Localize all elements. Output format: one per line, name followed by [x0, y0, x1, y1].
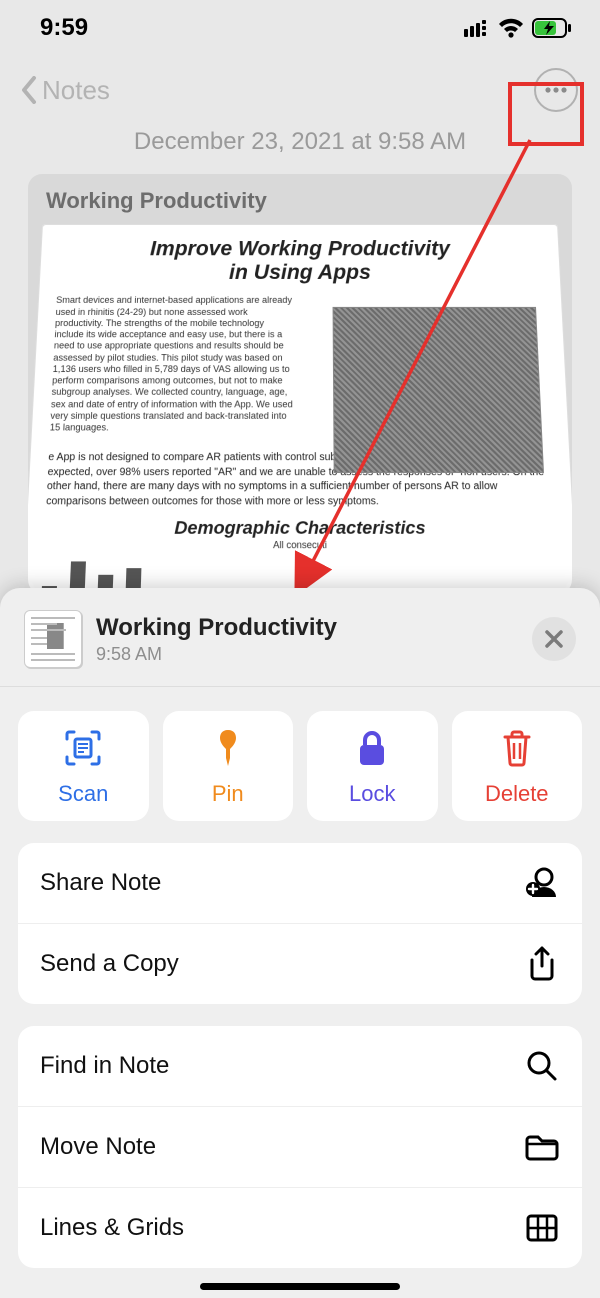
doc-paragraph-1: Smart devices and internet-based applica…	[50, 295, 296, 434]
lock-icon	[356, 729, 388, 767]
lines-grids-row[interactable]: Lines & Grids	[18, 1187, 582, 1268]
doc-subheading: Demographic Characteristics	[44, 518, 555, 540]
close-button[interactable]	[532, 617, 576, 661]
send-copy-label: Send a Copy	[40, 950, 179, 978]
options-sheet: Working Productivity 9:58 AM Scan Pin Lo…	[0, 588, 600, 1298]
doc-photo	[333, 307, 544, 473]
doc-heading-2: in Using Apps	[229, 261, 371, 284]
note-date: December 23, 2021 at 9:58 AM	[0, 128, 600, 156]
search-icon	[526, 1050, 558, 1082]
sheet-subtitle: 9:58 AM	[96, 644, 518, 665]
find-row[interactable]: Find in Note	[18, 1026, 582, 1106]
trash-icon	[501, 729, 533, 767]
note-thumbnail	[24, 610, 82, 668]
lines-grids-label: Lines & Grids	[40, 1214, 184, 1242]
doc-sub-text: All consecuti	[44, 540, 557, 551]
pin-icon	[212, 728, 244, 768]
close-icon	[544, 629, 564, 649]
scanned-document-preview: Improve Working Productivity in Using Ap…	[28, 224, 572, 594]
pin-button[interactable]: Pin	[163, 711, 294, 821]
ellipsis-icon	[544, 86, 568, 94]
share-note-row[interactable]: Share Note	[18, 843, 582, 923]
note-title: Working Productivity	[28, 188, 572, 224]
doc-heading-1: Improve Working Productivity	[150, 238, 451, 261]
pin-label: Pin	[212, 781, 244, 807]
home-indicator[interactable]	[200, 1283, 400, 1290]
grid-icon	[526, 1214, 558, 1242]
folder-icon	[524, 1132, 560, 1162]
status-icons	[464, 18, 572, 38]
sheet-title: Working Productivity	[96, 614, 518, 642]
note-card-preview: Working Productivity Improve Working Pro…	[28, 174, 572, 594]
scan-label: Scan	[58, 781, 108, 807]
share-note-label: Share Note	[40, 869, 161, 897]
scan-button[interactable]: Scan	[18, 711, 149, 821]
cellular-icon	[464, 19, 490, 37]
share-icon	[527, 946, 557, 982]
status-bar: 9:59	[0, 0, 600, 56]
edit-group: Find in Note Move Note Lines & Grids	[18, 1026, 582, 1268]
find-label: Find in Note	[40, 1052, 169, 1080]
wifi-icon	[498, 18, 524, 38]
move-label: Move Note	[40, 1133, 156, 1161]
back-label: Notes	[42, 75, 110, 106]
back-button[interactable]: Notes	[20, 75, 110, 106]
lock-label: Lock	[349, 781, 395, 807]
scan-icon	[64, 729, 102, 767]
delete-button[interactable]: Delete	[452, 711, 583, 821]
quick-actions: Scan Pin Lock Delete	[0, 687, 600, 843]
battery-charging-icon	[532, 18, 572, 38]
notes-background: Notes December 23, 2021 at 9:58 AM Worki…	[0, 56, 600, 594]
move-row[interactable]: Move Note	[18, 1106, 582, 1187]
chevron-left-icon	[20, 76, 38, 104]
share-group: Share Note Send a Copy	[18, 843, 582, 1004]
lock-button[interactable]: Lock	[307, 711, 438, 821]
more-options-button[interactable]	[534, 68, 578, 112]
send-copy-row[interactable]: Send a Copy	[18, 923, 582, 1004]
delete-label: Delete	[485, 781, 549, 807]
sheet-header: Working Productivity 9:58 AM	[0, 588, 600, 687]
person-add-icon	[524, 867, 560, 899]
clock: 9:59	[40, 14, 88, 42]
